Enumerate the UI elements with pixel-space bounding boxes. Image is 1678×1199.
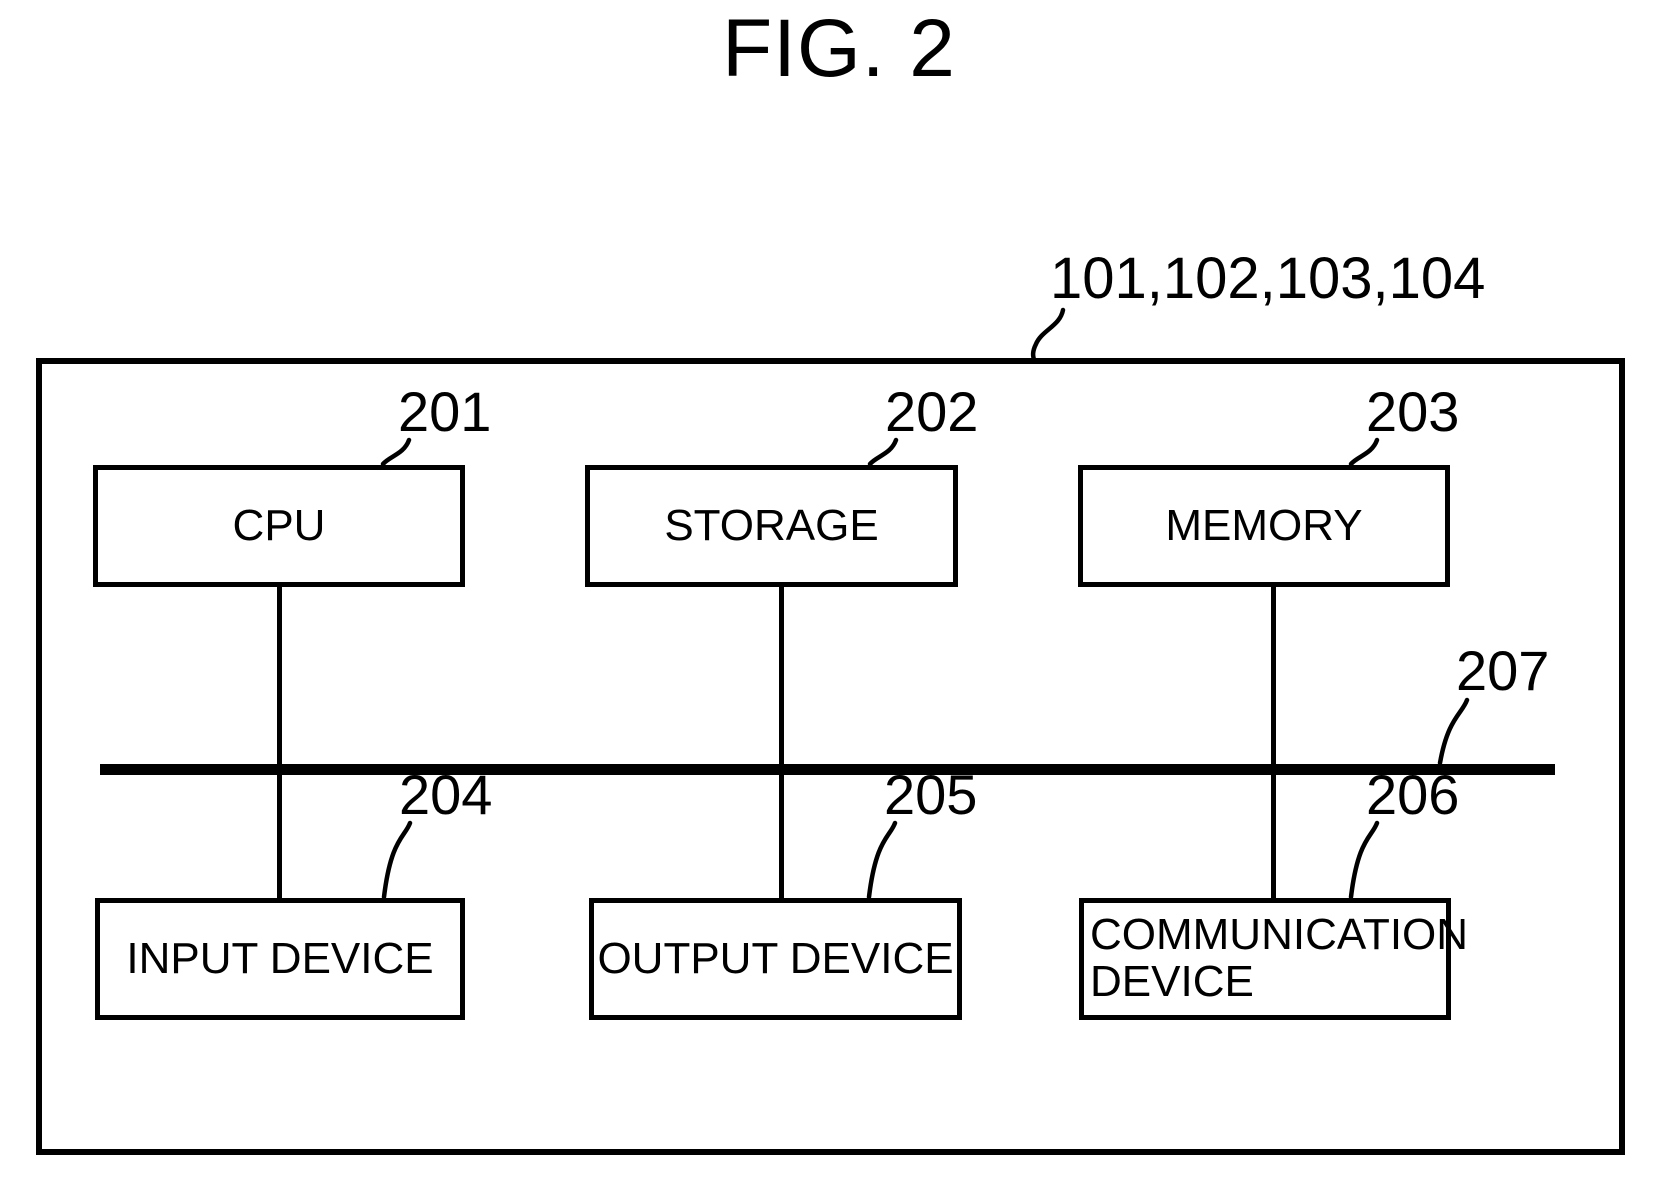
connector-storage-to-bus — [779, 585, 784, 767]
reference-numeral-communication-device: 206 — [1366, 763, 1460, 826]
component-label-memory: MEMORY — [1165, 500, 1363, 550]
component-box-storage: STORAGE — [585, 465, 958, 587]
component-label-output-device: OUTPUT DEVICE — [597, 933, 954, 983]
connector-memory-to-bus — [1271, 585, 1276, 767]
reference-numeral-memory: 203 — [1366, 380, 1460, 443]
component-label-cpu: CPU — [232, 500, 326, 550]
component-label-input-device: INPUT DEVICE — [126, 933, 434, 983]
reference-numeral-input-device: 204 — [399, 763, 493, 826]
reference-numeral-bus: 207 — [1456, 639, 1550, 702]
component-box-communication-device: COMMUNICATION DEVICE — [1079, 898, 1468, 1020]
component-label-communication-device: COMMUNICATION DEVICE — [1090, 910, 1469, 1006]
component-box-input-device: INPUT DEVICE — [95, 898, 465, 1020]
reference-numeral-cpu: 201 — [398, 380, 492, 443]
system-bus-line — [100, 764, 1555, 775]
connector-bus-to-input-device — [277, 772, 282, 902]
reference-numeral-output-device: 205 — [884, 763, 978, 826]
component-label-storage: STORAGE — [664, 500, 879, 550]
leader-line-enclosure — [1030, 307, 1066, 363]
component-box-memory: MEMORY — [1078, 465, 1450, 587]
figure-title: FIG. 2 — [722, 3, 956, 94]
reference-numeral-enclosure: 101,102,103,104 — [1050, 246, 1486, 311]
figure-canvas: FIG. 2 101,102,103,104 CPU STORAGE MEMOR… — [0, 0, 1678, 1199]
connector-bus-to-communication-device — [1271, 772, 1276, 902]
connector-bus-to-output-device — [779, 772, 784, 902]
component-box-cpu: CPU — [93, 465, 465, 587]
component-box-output-device: OUTPUT DEVICE — [589, 898, 962, 1020]
connector-cpu-to-bus — [277, 585, 282, 767]
reference-numeral-storage: 202 — [885, 380, 979, 443]
